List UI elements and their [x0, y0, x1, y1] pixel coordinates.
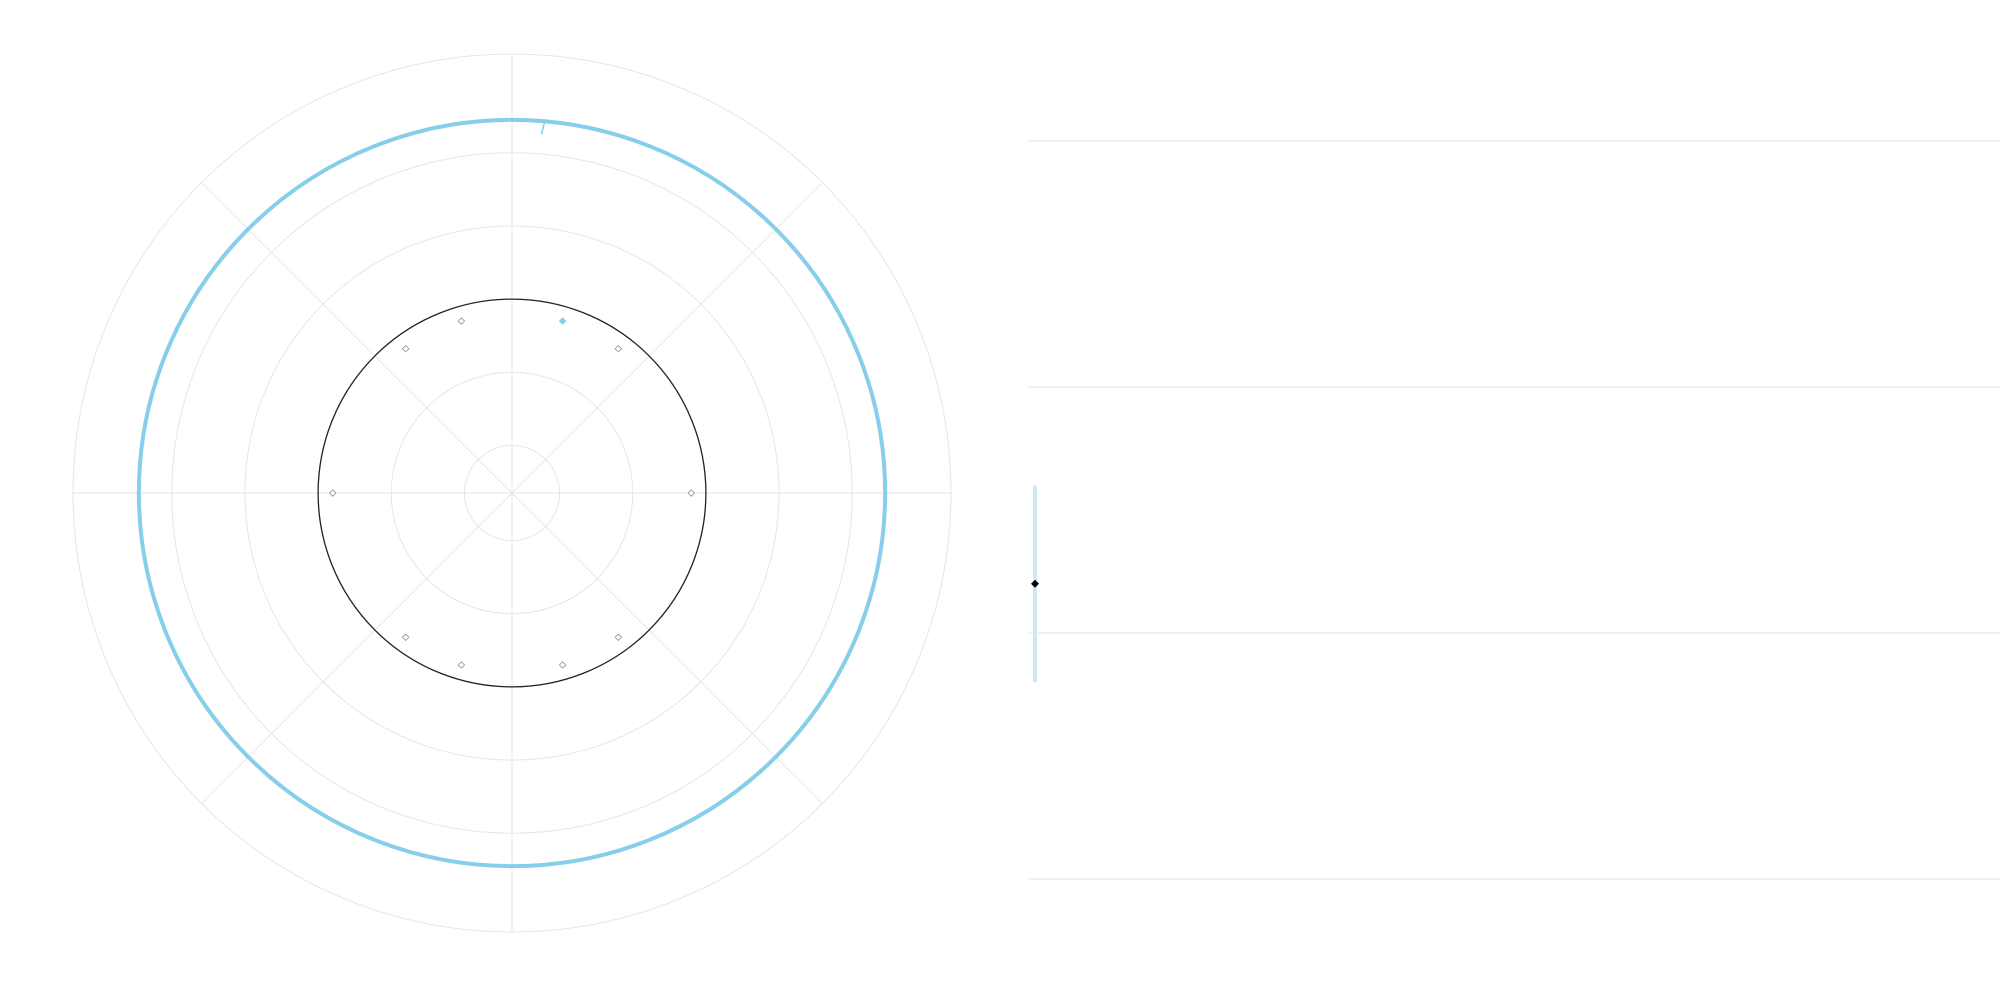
line-chart-panel: [1024, 0, 2000, 1000]
highlighted-diamond-marker: [558, 317, 567, 325]
line-chart: [1028, 140, 2000, 880]
diamond-marker: [614, 633, 623, 642]
diamond-marker: [401, 344, 410, 353]
diamond-marker: [687, 489, 696, 497]
diamond-marker: [401, 633, 410, 642]
data-point-marker: [1031, 579, 1039, 588]
diamond-marker: [328, 489, 337, 497]
diamond-marker: [457, 661, 466, 669]
radial-chart-panel: [0, 0, 1024, 1000]
band-tick-mark: [540, 122, 546, 135]
diamond-marker: [614, 344, 623, 353]
radial-chart: [72, 53, 952, 933]
diamond-marker: [457, 317, 466, 325]
diamond-marker: [558, 661, 567, 669]
